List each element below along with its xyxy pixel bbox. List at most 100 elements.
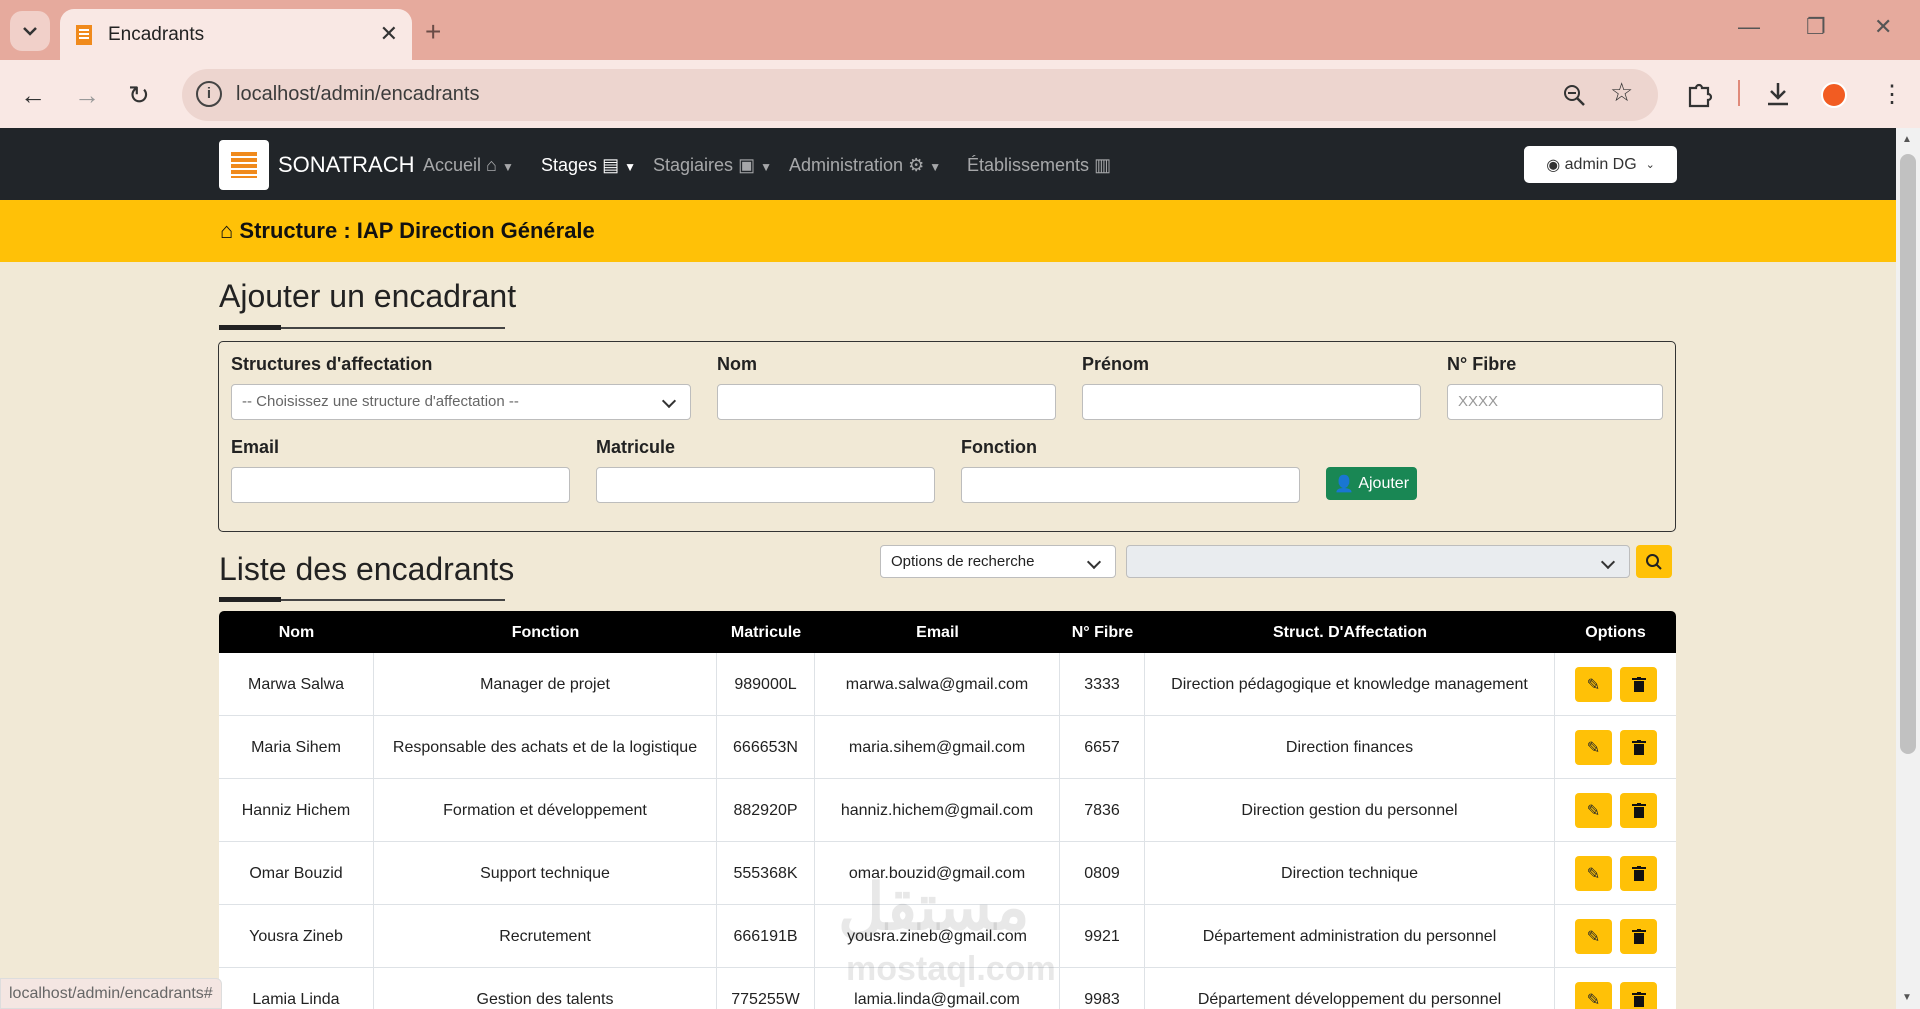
delete-button[interactable] bbox=[1620, 856, 1657, 891]
nav-administration[interactable]: Administration ⚙ ▼ bbox=[789, 155, 941, 176]
matricule-input[interactable] bbox=[596, 467, 935, 503]
delete-button[interactable] bbox=[1620, 793, 1657, 828]
cell-fonction: Recrutement bbox=[374, 905, 717, 968]
nav-etablissements[interactable]: Établissements ▥ bbox=[967, 155, 1111, 176]
edit-icon: ✎ bbox=[1586, 676, 1601, 694]
nav-accueil[interactable]: Accueil ⌂ ▼ bbox=[423, 155, 514, 176]
download-icon[interactable] bbox=[1764, 80, 1792, 108]
trash-icon bbox=[1631, 991, 1646, 1007]
brand-name[interactable]: SONATRACH bbox=[278, 152, 415, 178]
scrollbar-thumb[interactable] bbox=[1900, 154, 1916, 754]
caret-down-icon: ▼ bbox=[624, 160, 636, 174]
edit-button[interactable]: ✎ bbox=[1575, 667, 1612, 702]
home-icon: ⌂ bbox=[486, 155, 497, 175]
tab-search-button[interactable] bbox=[10, 11, 50, 51]
browser-tab[interactable]: Encadrants ✕ bbox=[60, 9, 412, 61]
chevron-down-icon: ⌄ bbox=[1645, 159, 1655, 171]
trash-icon bbox=[1631, 676, 1646, 692]
nom-input[interactable] bbox=[717, 384, 1056, 420]
nav-stages[interactable]: Stages ▤ ▼ bbox=[541, 155, 636, 176]
toolbar-divider bbox=[1738, 80, 1740, 106]
fibre-input[interactable]: XXXX bbox=[1447, 384, 1663, 420]
site-info-icon[interactable]: i bbox=[196, 81, 222, 107]
edit-icon: ✎ bbox=[1586, 991, 1601, 1009]
prenom-label: Prénom bbox=[1082, 354, 1150, 374]
cell-nom: Maria Sihem bbox=[219, 716, 374, 779]
cell-matricule: 666191B bbox=[717, 905, 815, 968]
scroll-down-icon[interactable]: ▼ bbox=[1902, 992, 1912, 1003]
edit-button[interactable]: ✎ bbox=[1575, 982, 1612, 1009]
search-button[interactable] bbox=[1636, 545, 1672, 578]
forward-icon[interactable]: → bbox=[74, 80, 100, 111]
status-url: localhost/admin/encadrants# bbox=[0, 978, 222, 1009]
back-icon[interactable]: ← bbox=[20, 80, 46, 111]
cell-fonction: Gestion des talents bbox=[374, 968, 717, 1009]
structure-select[interactable]: -- Choisissez une structure d'affectatio… bbox=[231, 384, 691, 420]
menu-kebab-icon[interactable]: ⋮ bbox=[1880, 80, 1904, 109]
delete-button[interactable] bbox=[1620, 919, 1657, 954]
delete-button[interactable] bbox=[1620, 667, 1657, 702]
structure-banner: ⌂ Structure : IAP Direction Générale bbox=[0, 200, 1896, 262]
add-button[interactable]: 👤 Ajouter bbox=[1326, 467, 1417, 500]
fonction-input[interactable] bbox=[961, 467, 1300, 503]
nav-stagiaires[interactable]: Stagiaires ▣ ▼ bbox=[653, 155, 772, 176]
search-options-select[interactable]: Options de recherche bbox=[880, 545, 1116, 578]
extensions-icon[interactable] bbox=[1686, 80, 1714, 108]
search-value-select[interactable] bbox=[1126, 545, 1630, 578]
browser-tab-bar: Encadrants ✕ + — ❐ ✕ bbox=[0, 0, 1920, 61]
col-fonction: Fonction bbox=[511, 624, 580, 641]
nav-stagiaires-label: Stagiaires bbox=[653, 155, 734, 175]
fonction-label: Fonction bbox=[961, 437, 1037, 457]
scroll-up-icon[interactable]: ▲ bbox=[1902, 134, 1912, 145]
cell-fibre: 9983 bbox=[1060, 968, 1145, 1009]
restore-icon[interactable]: ❐ bbox=[1806, 14, 1826, 40]
edit-button[interactable]: ✎ bbox=[1575, 919, 1612, 954]
bookmark-star-icon[interactable]: ☆ bbox=[1610, 77, 1633, 108]
email-input[interactable] bbox=[231, 467, 570, 503]
underline-accent bbox=[219, 597, 281, 602]
zoom-icon[interactable] bbox=[1562, 83, 1586, 107]
url-text: localhost/admin/encadrants bbox=[236, 83, 480, 105]
cell-nom: Lamia Linda bbox=[219, 968, 374, 1009]
edit-icon: ✎ bbox=[1586, 928, 1601, 946]
logo-mark-icon bbox=[231, 152, 257, 178]
delete-button[interactable] bbox=[1620, 982, 1657, 1009]
id-card-icon: ▣ bbox=[738, 155, 756, 175]
form-title-underline bbox=[219, 325, 505, 330]
cell-nom: Omar Bouzid bbox=[219, 842, 374, 905]
trash-icon bbox=[1631, 865, 1646, 881]
home-icon: ⌂ bbox=[220, 218, 234, 243]
minimize-icon[interactable]: — bbox=[1738, 14, 1760, 40]
prenom-input[interactable] bbox=[1082, 384, 1421, 420]
list-title-underline bbox=[219, 597, 505, 602]
delete-button[interactable] bbox=[1620, 730, 1657, 765]
profile-avatar[interactable] bbox=[1821, 82, 1847, 108]
address-bar[interactable]: i localhost/admin/encadrants ☆ bbox=[182, 69, 1658, 121]
new-tab-button[interactable]: + bbox=[425, 16, 441, 48]
reload-icon[interactable]: ↻ bbox=[128, 80, 150, 111]
list-icon: ▤ bbox=[602, 155, 620, 175]
watermark-latin: mostaql.com bbox=[846, 950, 1056, 988]
user-menu-button[interactable]: ◉ admin DG ⌄ bbox=[1524, 146, 1677, 183]
trash-icon bbox=[1631, 928, 1646, 944]
edit-button[interactable]: ✎ bbox=[1575, 856, 1612, 891]
page-scrollbar[interactable]: ▲ ▼ bbox=[1896, 128, 1920, 1009]
cell-email: hanniz.hichem@gmail.com bbox=[815, 779, 1060, 842]
list-title: Liste des encadrants bbox=[219, 551, 515, 587]
banner-title: Structure : IAP Direction Générale bbox=[239, 218, 595, 243]
cell-fonction: Responsable des achats et de la logistiq… bbox=[374, 716, 717, 779]
cell-matricule: 882920P bbox=[717, 779, 815, 842]
window-close-icon[interactable]: ✕ bbox=[1874, 14, 1892, 40]
edit-icon: ✎ bbox=[1586, 739, 1601, 757]
col-matricule: Matricule bbox=[730, 624, 802, 641]
edit-button[interactable]: ✎ bbox=[1575, 793, 1612, 828]
cell-fibre: 3333 bbox=[1060, 653, 1145, 716]
user-plus-icon: 👤 bbox=[1333, 475, 1354, 493]
close-tab-icon[interactable]: ✕ bbox=[380, 21, 398, 47]
edit-button[interactable]: ✎ bbox=[1575, 730, 1612, 765]
cell-fibre: 6657 bbox=[1060, 716, 1145, 779]
caret-down-icon: ▼ bbox=[929, 160, 942, 174]
email-label: Email bbox=[231, 437, 280, 457]
search-icon bbox=[1646, 553, 1662, 570]
sonatrach-logo[interactable] bbox=[219, 140, 269, 190]
